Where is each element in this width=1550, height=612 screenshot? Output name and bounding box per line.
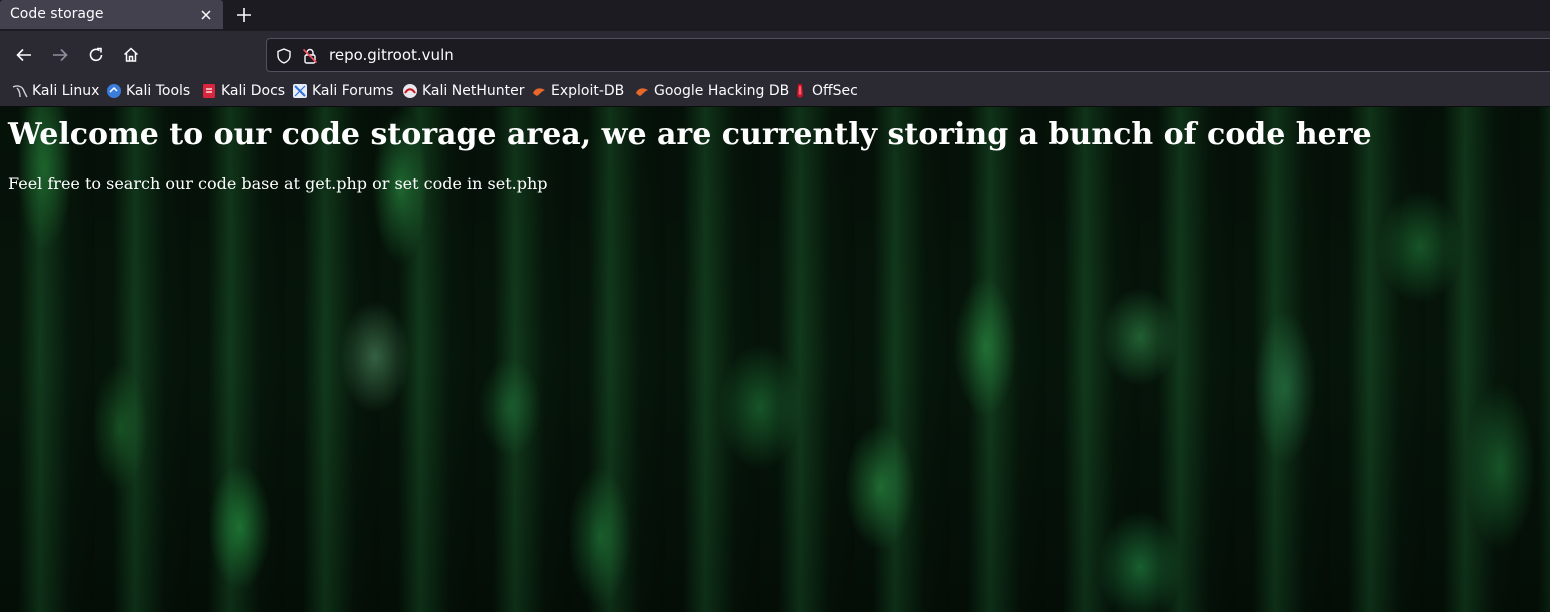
bookmarks-toolbar: Kali Linux Kali Tools Kali Docs Kali For… — [0, 80, 1550, 107]
nav-bar: repo.gitroot.vuln — [0, 31, 1550, 80]
google-hacking-db-icon — [636, 88, 648, 96]
page-heading: Welcome to our code storage area, we are… — [8, 117, 1372, 152]
browser-window: Code storage repo.gitroot.vuln Kali Linu… — [0, 0, 1550, 612]
plus-icon[interactable] — [234, 5, 254, 25]
exploit-db-icon — [533, 88, 545, 96]
close-icon[interactable] — [198, 7, 214, 23]
kali-docs-icon — [203, 84, 215, 98]
shield-icon[interactable] — [275, 47, 293, 65]
tab-code-storage[interactable]: Code storage — [0, 0, 223, 29]
insecure-lock-icon[interactable] — [301, 47, 319, 65]
reload-icon[interactable] — [86, 45, 106, 65]
forward-arrow-icon[interactable] — [50, 45, 70, 65]
address-bar[interactable]: repo.gitroot.vuln — [266, 38, 1550, 72]
kali-nethunter-icon — [403, 84, 417, 98]
kali-tools-icon — [107, 84, 121, 98]
page-description: Feel free to search our code base at get… — [8, 174, 548, 193]
tab-strip: Code storage — [0, 0, 1550, 31]
kali-dragon-icon — [12, 85, 28, 98]
kali-forums-icon — [293, 84, 307, 98]
tab-title: Code storage — [10, 6, 104, 22]
offsec-icon — [797, 84, 803, 98]
url-text[interactable]: repo.gitroot.vuln — [329, 39, 454, 71]
home-icon[interactable] — [121, 45, 141, 65]
back-arrow-icon[interactable] — [14, 45, 34, 65]
page-content: Welcome to our code storage area, we are… — [0, 107, 1550, 612]
